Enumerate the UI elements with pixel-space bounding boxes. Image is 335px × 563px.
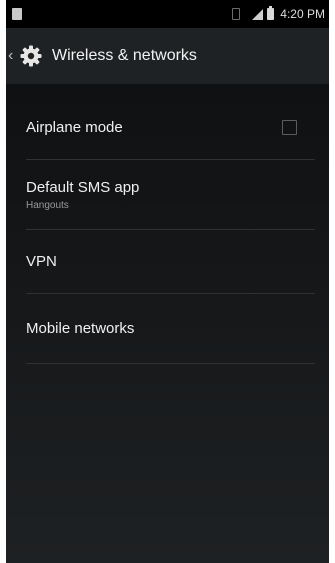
- gear-icon[interactable]: [18, 43, 44, 69]
- setting-title: Default SMS app: [26, 178, 140, 196]
- action-bar: ‹ Wireless & networks: [6, 28, 329, 84]
- settings-list: Airplane mode Default SMS app Hangouts V…: [6, 84, 329, 364]
- signal-icon: [252, 8, 264, 20]
- notification-icon: [12, 8, 22, 20]
- setting-subtitle: Hangouts: [26, 199, 69, 211]
- airplane-mode-checkbox[interactable]: [282, 120, 297, 135]
- setting-title: VPN: [26, 253, 57, 270]
- setting-airplane-mode[interactable]: Airplane mode: [26, 96, 315, 160]
- vibrate-icon: [232, 8, 241, 20]
- setting-title: Airplane mode: [26, 119, 123, 136]
- setting-default-sms-app[interactable]: Default SMS app Hangouts: [26, 160, 315, 230]
- chevron-left-icon[interactable]: ‹: [8, 47, 18, 65]
- setting-title: Mobile networks: [26, 320, 135, 337]
- status-bar: 4:20 PM: [6, 0, 329, 28]
- battery-icon: [267, 6, 275, 20]
- status-time: 4:20 PM: [280, 7, 325, 21]
- page-title: Wireless & networks: [52, 47, 197, 64]
- setting-vpn[interactable]: VPN: [26, 230, 315, 294]
- setting-mobile-networks[interactable]: Mobile networks: [26, 294, 315, 364]
- phone-screen: 4:20 PM ‹ Wireless & networks Airplane m…: [6, 0, 329, 563]
